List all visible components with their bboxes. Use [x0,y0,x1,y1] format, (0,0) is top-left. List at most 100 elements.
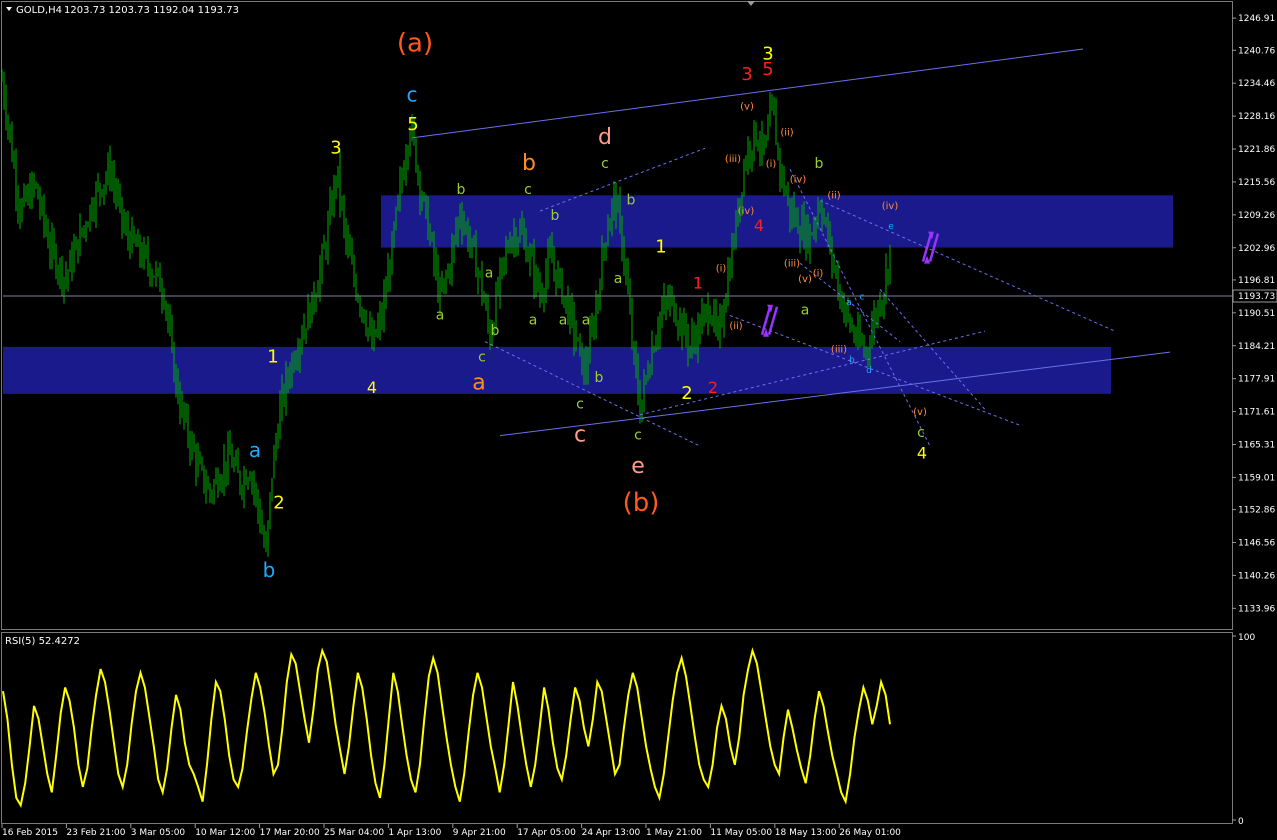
price-tick-label: 1133.96 [1238,604,1275,614]
wave-label: b [595,370,604,386]
wave-label: c [634,428,642,444]
wave-label: 4 [754,216,764,235]
wave-label: 4 [367,378,377,397]
wave-label: b [815,156,824,172]
wave-label: d [866,366,872,376]
price-tick-label: 1228.16 [1238,112,1275,122]
current-price-label: 1193.73 [1238,292,1275,302]
price-tick-label: 1140.26 [1238,571,1275,581]
wave-label: 2 [273,493,284,514]
time-tick-label: 17 Apr 05:00 [517,828,576,838]
price-tick-label: 1215.56 [1238,178,1275,188]
price-tick-label: 1190.51 [1238,309,1275,319]
time-tick-label: 3 Mar 05:00 [131,828,186,838]
price-tick-label: 1177.91 [1238,375,1275,385]
wave-label: a [529,313,538,329]
time-tick-label: 24 Apr 13:00 [582,828,641,838]
wave-label: (iii) [831,344,847,355]
wave-label: 3 [741,64,752,85]
price-tick-label: 1240.76 [1238,46,1275,56]
wave-label: c [576,396,584,412]
rsi-tick-label: 0 [1238,817,1244,827]
time-tick-label: 26 May 01:00 [839,828,901,838]
wave-label: a [485,266,494,282]
wave-label: (iv) [790,175,807,186]
price-tick-label: 1146.56 [1238,538,1275,548]
price-tick-label: 1202.96 [1238,244,1275,254]
wave-label: a [614,271,623,287]
wave-label: d [598,125,612,150]
wave-label: (i) [766,159,777,170]
time-tick-label: 9 Apr 21:00 [453,828,506,838]
time-tick-label: 1 May 21:00 [646,828,702,838]
supply-zone [381,195,1173,248]
wave-label: (ii) [827,190,840,201]
wave-label: (b) [623,488,660,518]
time-tick-label: 23 Feb 21:00 [66,828,125,838]
wave-label: b [627,193,636,209]
wave-label: b [491,323,500,339]
price-tick-label: 1159.01 [1238,473,1275,483]
wave-label: 1 [267,346,278,367]
wave-label: 2 [681,383,692,404]
wave-label: 1 [693,274,703,293]
wave-label: a [846,298,852,308]
wave-label: a [582,313,591,329]
time-tick-label: 16 Feb 2015 [2,828,58,838]
wave-label: 2 [708,378,718,397]
wave-label: a [801,302,810,318]
chart-background [0,0,1277,840]
wave-label: (ii) [780,128,793,139]
wave-label: c [574,423,586,448]
demand-zone [3,346,1111,394]
wave-label: c [917,425,925,441]
price-tick-label: 1234.46 [1238,79,1275,89]
wave-label: b [849,355,855,365]
time-tick-label: 25 Mar 04:00 [324,828,384,838]
wave-label: c [407,83,418,107]
wave-label: (iii) [725,154,741,165]
wave-label: (iv) [738,206,755,217]
wave-label: (iv) [882,201,899,212]
chart-canvas: GOLD,H4 1203.73 1203.73 1192.04 1193.73 … [0,0,1277,840]
wave-label: b [457,182,466,198]
time-tick-label: 10 Mar 12:00 [195,828,255,838]
wave-label: (v) [913,407,927,418]
time-tick-label: 11 May 05:00 [710,828,772,838]
price-tick-label: 1152.86 [1238,506,1275,516]
wave-label: a [249,438,261,462]
wave-label: c [601,156,609,172]
price-tick-label: 1196.81 [1238,276,1275,286]
wave-label: e [631,454,645,479]
wave-label: a [436,308,445,324]
wave-label: (iii) [784,258,800,269]
price-tick-label: 1209.26 [1238,211,1275,221]
ohlc-readout: 1203.73 1203.73 1192.04 1193.73 [64,5,239,16]
time-tick-label: 17 Mar 20:00 [260,828,320,838]
wave-label: b [551,208,560,224]
wave-label: c [860,293,865,303]
symbol-label: GOLD,H4 [16,5,62,16]
wave-label: (i) [813,269,824,280]
price-tick-label: 1246.91 [1238,14,1275,24]
wave-label: e [888,222,894,232]
wave-label: 5 [407,114,418,135]
wave-label: a [472,370,485,395]
price-tick-label: 1221.86 [1238,145,1275,155]
rsi-tick-label: 100 [1238,633,1255,643]
wave-label: (ii) [729,321,742,332]
rsi-indicator-label: RSI(5) 52.4272 [5,636,80,647]
time-tick-label: 18 May 13:00 [775,828,837,838]
wave-label: (v) [740,102,754,113]
wave-label: c [524,182,532,198]
wave-label: 1 [655,237,666,258]
wave-label: c [478,349,486,365]
wave-label: 4 [917,443,927,462]
price-tick-label: 1165.31 [1238,441,1275,451]
wave-label: 3 [330,137,341,158]
wave-label: b [522,151,536,176]
wave-label: (v) [798,274,812,285]
wave-label: 5 [762,59,773,80]
time-tick-label: 1 Apr 13:00 [388,828,441,838]
price-tick-label: 1171.61 [1238,408,1275,418]
